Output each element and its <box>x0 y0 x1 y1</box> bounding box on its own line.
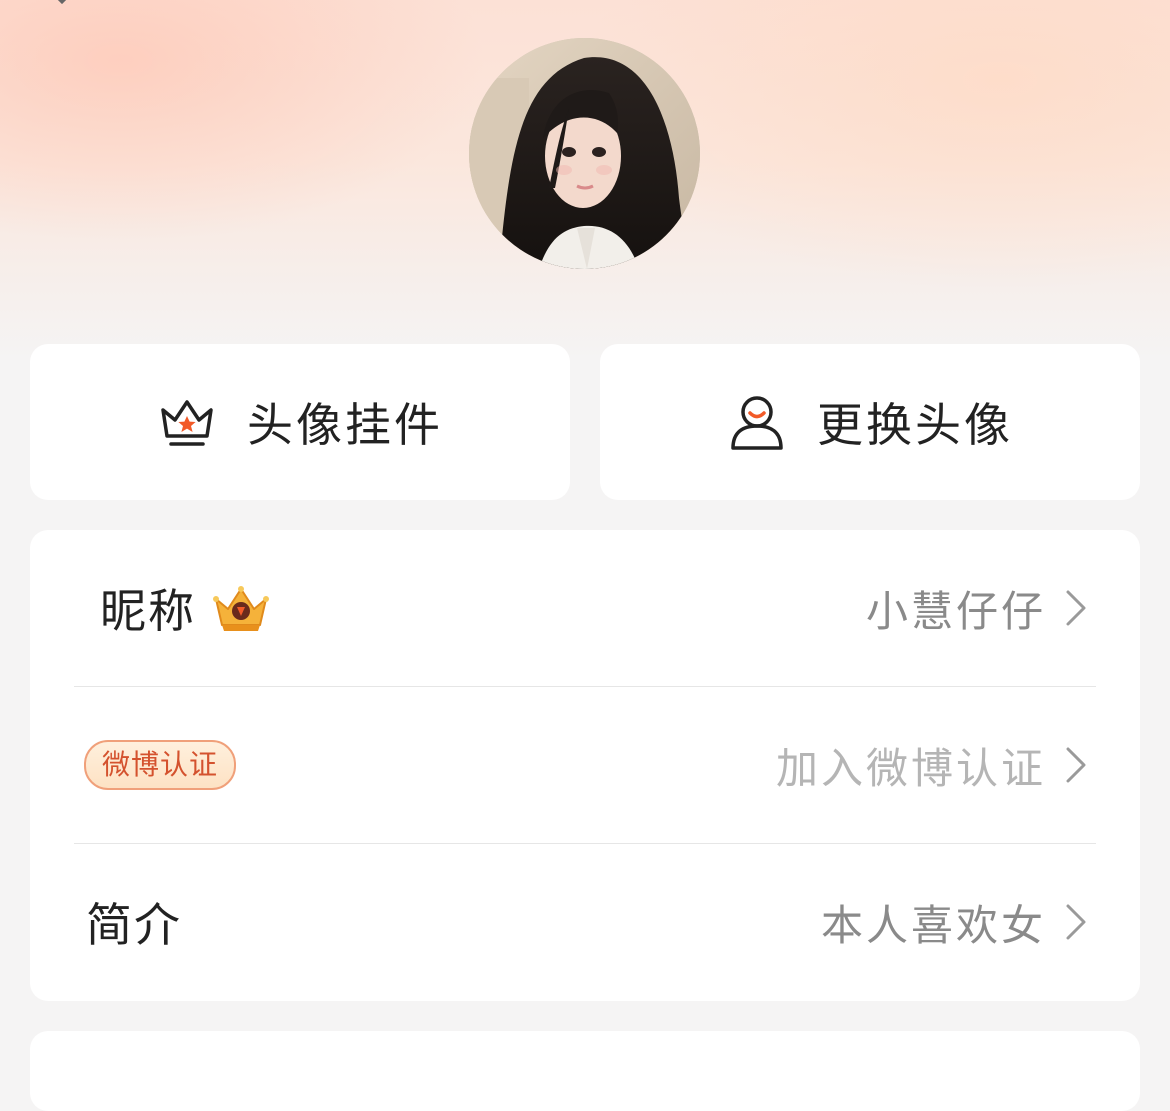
nickname-label: 昵称 <box>100 584 196 638</box>
profile-info-card: 昵称 小慧仔仔 微博认证 加入微博认证 简介 本人喜欢女 <box>30 530 1140 1001</box>
chevron-right-icon <box>1066 590 1086 626</box>
nickname-row[interactable]: 昵称 小慧仔仔 <box>74 530 1096 686</box>
weibo-verify-badge: 微博认证 <box>84 740 237 790</box>
chevron-right-icon <box>1066 747 1086 783</box>
crown-outline-icon <box>161 400 213 446</box>
menu-text-fragment[interactable] <box>1080 0 1130 4</box>
weibo-verify-value: 加入微博认证 <box>775 743 1046 793</box>
user-silhouette-icon <box>731 396 783 450</box>
nickname-value: 小慧仔仔 <box>865 586 1046 636</box>
bio-row[interactable]: 简介 本人喜欢女 <box>74 844 1096 1000</box>
bio-label: 简介 <box>86 898 182 952</box>
chevron-right-icon <box>1066 904 1086 940</box>
avatar[interactable] <box>469 38 700 269</box>
bio-value: 本人喜欢女 <box>820 900 1046 950</box>
change-avatar-button[interactable]: 更换头像 <box>600 344 1140 500</box>
avatar-pendant-label: 头像挂件 <box>247 398 443 452</box>
gold-crown-badge-icon <box>213 586 269 631</box>
next-section-card <box>30 1031 1140 1111</box>
avatar-pendant-button[interactable]: 头像挂件 <box>30 344 570 500</box>
change-avatar-label: 更换头像 <box>817 398 1013 452</box>
back-arrow-icon[interactable] <box>52 0 72 4</box>
weibo-verify-row[interactable]: 微博认证 加入微博认证 <box>74 687 1096 843</box>
